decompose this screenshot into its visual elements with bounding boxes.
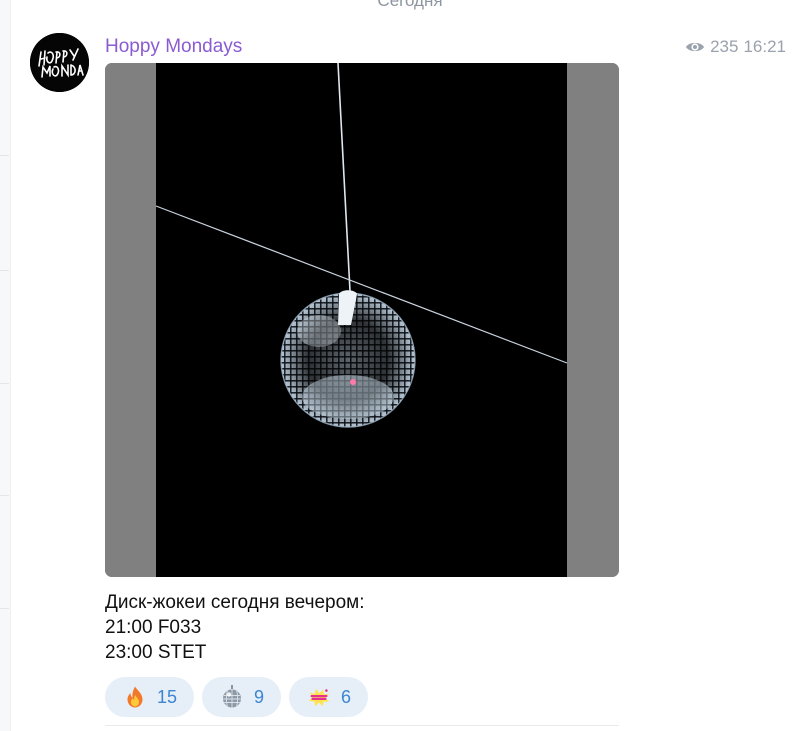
date-divider: Сегодня [377, 0, 443, 10]
reaction-count: 15 [157, 686, 178, 707]
message-separator [105, 725, 619, 726]
post-caption: Диск-жокеи сегодня вечером: 21:00 F033 2… [105, 590, 365, 665]
mirror-ball-icon [220, 685, 244, 709]
views-count: 235 [710, 37, 739, 56]
caption-line: Диск-жокеи сегодня вечером: [105, 592, 365, 613]
chat-view: Сегодня Hoppy Mondays 235 16:21 Диск-жок… [0, 0, 800, 731]
sender-name[interactable]: Hoppy Mondays [105, 36, 242, 58]
views-icon [685, 40, 705, 54]
sticker-icon [307, 685, 331, 709]
reactions-bar: 15 9 6 [105, 677, 369, 717]
fire-icon [123, 685, 147, 709]
caption-line: 21:00 F033 [105, 617, 202, 638]
channel-avatar[interactable] [30, 33, 89, 92]
caption-line: 23:00 STET [105, 642, 207, 663]
reaction-sticker[interactable]: 6 [289, 677, 369, 717]
reaction-fire[interactable]: 15 [105, 677, 195, 717]
reaction-count: 6 [341, 686, 352, 707]
reaction-count: 9 [254, 686, 265, 707]
post-photo[interactable] [105, 63, 619, 577]
reaction-mirror-ball[interactable]: 9 [202, 677, 282, 717]
post-time: 16:21 [743, 37, 786, 56]
post-meta: 235 16:21 [685, 37, 786, 57]
left-panel-edge [0, 0, 11, 731]
